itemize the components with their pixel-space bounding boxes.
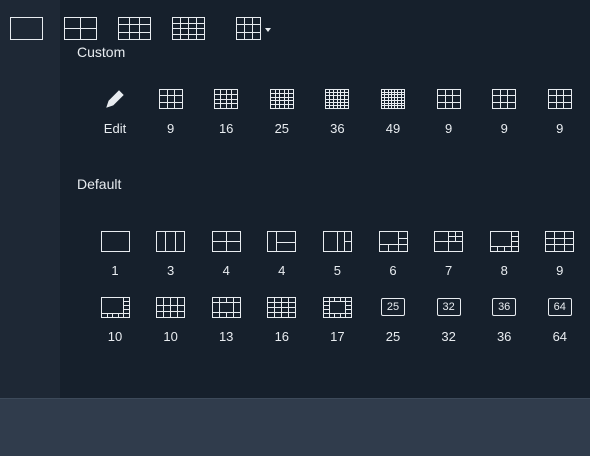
layout-36-badge-icon: 36	[492, 294, 517, 320]
grid9-icon	[118, 16, 151, 40]
layout-seven-icon	[434, 228, 464, 254]
layout-cols3-icon	[156, 228, 186, 254]
bottom-toolbar	[0, 399, 590, 456]
custom-section-title: Custom	[77, 44, 126, 60]
layout-grid9-icon	[545, 228, 575, 254]
default-layout-0[interactable]: 1	[88, 228, 142, 288]
custom-layout-1[interactable]: 9	[144, 86, 198, 146]
layout-more-dropdown[interactable]	[236, 15, 276, 41]
custom-layout-label: 9	[500, 121, 508, 136]
grid-3x3-icon	[158, 86, 183, 112]
layout-l-shape-icon	[267, 228, 297, 254]
layout-16-button[interactable]	[172, 15, 205, 41]
default-layout-1[interactable]: 10	[144, 294, 198, 354]
default-layout-label: 7	[444, 263, 453, 278]
custom-layout-8[interactable]: 9	[533, 86, 587, 146]
default-layout-6[interactable]: 32 32	[422, 294, 476, 354]
custom-layout-label: 49	[385, 121, 401, 136]
custom-layout-7[interactable]: 9	[477, 86, 531, 146]
default-layout-label: 16	[274, 329, 290, 344]
single-icon	[10, 16, 43, 40]
grid-3x3-icon	[492, 86, 517, 112]
layout-grid16-icon	[267, 294, 297, 320]
default-layout-5[interactable]: 6	[366, 228, 420, 288]
pencil-icon	[104, 86, 126, 112]
custom-layout-5[interactable]: 49	[366, 86, 420, 146]
default-layout-4[interactable]: 17	[310, 294, 364, 354]
grid-3x3-icon	[436, 86, 461, 112]
default-layout-label: 6	[389, 263, 397, 278]
layout-25-badge-icon: 25	[381, 294, 405, 320]
default-layout-2[interactable]: 4	[199, 228, 253, 288]
layout-big-6-icon	[378, 228, 408, 254]
default-layout-label: 13	[218, 329, 234, 344]
default-layout-label: 8	[500, 263, 508, 278]
layout-32-badge-icon: 32	[436, 294, 461, 320]
default-layout-label: 3	[166, 263, 175, 278]
layout-single-icon	[100, 228, 130, 254]
default-layout-label: 4	[222, 263, 230, 278]
default-layout-0[interactable]: 10	[88, 294, 142, 354]
custom-layout-3[interactable]: 25	[255, 86, 309, 146]
default-layout-label: 5	[333, 263, 341, 278]
grid-4x4-icon	[214, 86, 239, 112]
custom-layout-2[interactable]: 16	[199, 86, 253, 146]
default-layout-4[interactable]: 5	[310, 228, 364, 288]
layout-64-badge-icon: 64	[547, 294, 572, 320]
layout-ring-13-icon	[211, 294, 241, 320]
default-layout-label: 25	[385, 329, 401, 344]
custom-layout-label: 25	[274, 121, 290, 136]
default-layout-label: 4	[278, 263, 286, 278]
layout-ten-b-icon	[156, 294, 186, 320]
layout-big-8-icon	[489, 228, 519, 254]
custom-layout-6[interactable]: 9	[422, 86, 476, 146]
default-layout-6[interactable]: 7	[422, 228, 476, 288]
default-layout-label: 64	[552, 329, 568, 344]
default-layout-3[interactable]: 4	[255, 228, 309, 288]
grid16-icon	[172, 16, 205, 40]
layout-quad-icon	[211, 228, 241, 254]
custom-layout-label: 36	[330, 121, 345, 136]
grid-5x5-icon	[269, 86, 294, 112]
default-layout-7[interactable]: 8	[477, 228, 531, 288]
left-strip	[0, 0, 60, 398]
default-layout-5[interactable]: 25 25	[366, 294, 420, 354]
grid-7x7-icon	[381, 86, 405, 112]
layout-9-button[interactable]	[118, 15, 151, 41]
layout-ring-17-icon	[322, 294, 352, 320]
default-layout-label: 32	[441, 329, 456, 344]
default-layout-label: 17	[330, 329, 345, 344]
default-layout-3[interactable]: 16	[255, 294, 309, 354]
layout-big-10-icon	[100, 294, 130, 320]
custom-layout-label: 9	[556, 121, 564, 136]
grid-6x6-icon	[325, 86, 350, 112]
custom-layout-label: 9	[444, 121, 453, 136]
default-layout-label: 10	[163, 329, 178, 344]
default-layout-8[interactable]: 9	[533, 228, 587, 288]
grid9-icon	[236, 16, 276, 40]
custom-layout-4[interactable]: 36	[310, 86, 364, 146]
custom-layout-0[interactable]: Edit	[88, 86, 142, 146]
default-layout-8[interactable]: 64 64	[533, 294, 587, 354]
default-layout-label: 1	[111, 263, 119, 278]
custom-layout-label: 16	[218, 121, 234, 136]
default-layout-label: 10	[107, 329, 123, 344]
custom-layout-label: 9	[166, 121, 175, 136]
layout-big-left-5-icon	[322, 228, 352, 254]
default-layout-7[interactable]: 36 36	[477, 294, 531, 354]
default-layout-2[interactable]: 13	[199, 294, 253, 354]
default-layout-label: 36	[496, 329, 512, 344]
default-layout-1[interactable]: 3	[144, 228, 198, 288]
quad-icon	[64, 16, 97, 40]
default-layout-label: 9	[556, 263, 564, 278]
grid-3x3-icon	[547, 86, 572, 112]
layout-4-button[interactable]	[64, 15, 97, 41]
layout-1-button[interactable]	[10, 15, 43, 41]
default-section-title: Default	[77, 176, 122, 192]
custom-layout-label: Edit	[103, 121, 127, 136]
